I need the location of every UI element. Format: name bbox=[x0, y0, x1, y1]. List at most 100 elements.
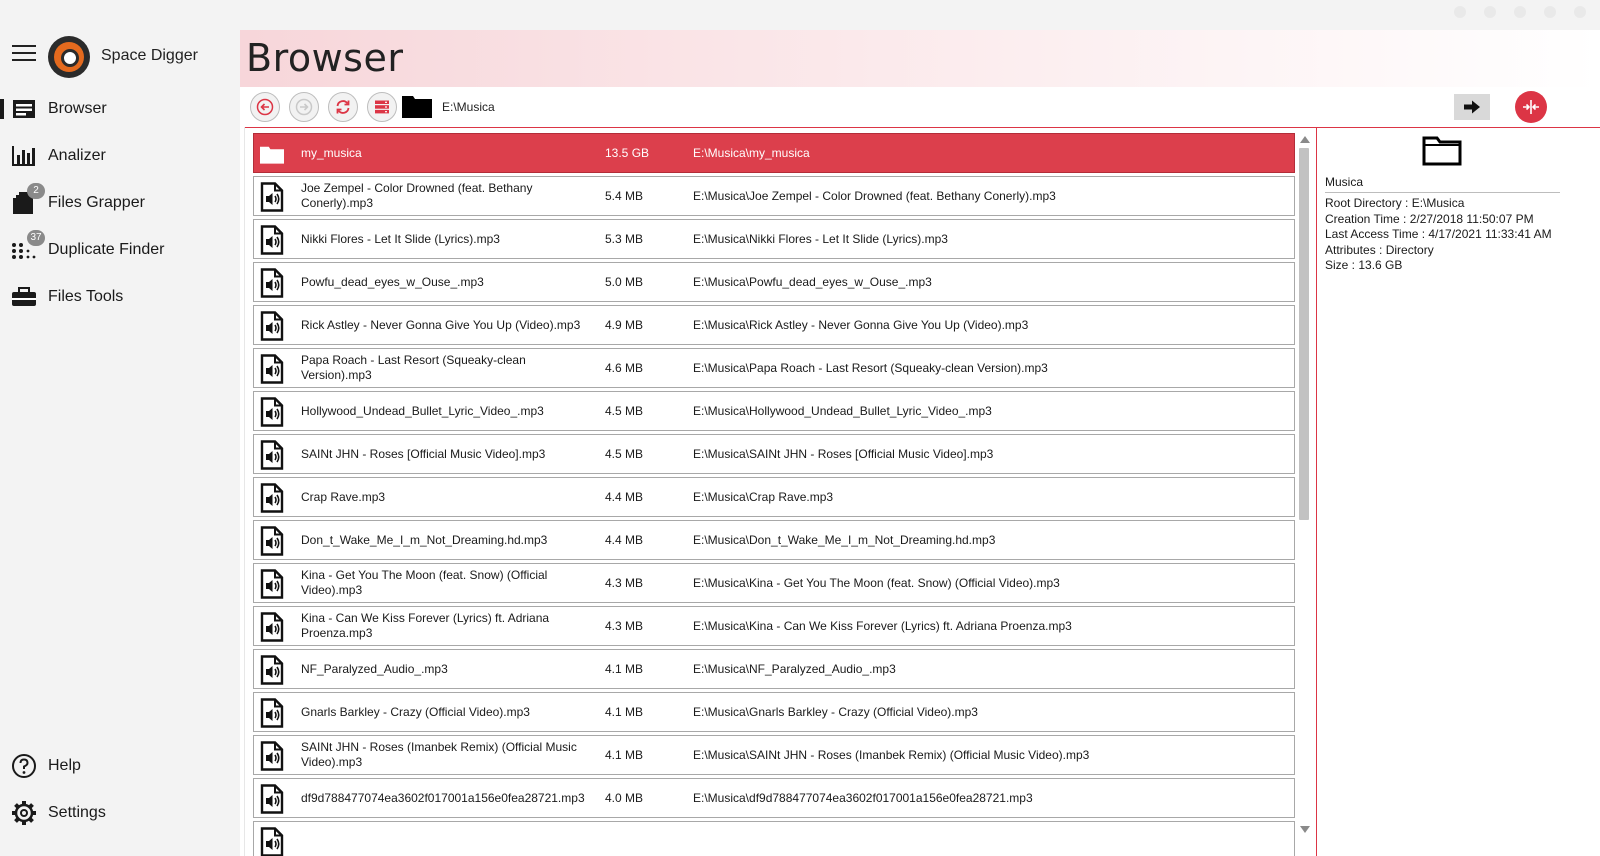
file-size: 4.5 MB bbox=[605, 447, 644, 461]
file-name: Nikki Flores - Let It Slide (Lyrics).mp3 bbox=[301, 231, 500, 246]
details-attributes: Attributes : Directory bbox=[1325, 242, 1434, 257]
file-row[interactable]: SAINt JHN - Roses [Official Music Video]… bbox=[253, 434, 1295, 474]
audio-file-icon bbox=[260, 397, 284, 427]
file-row[interactable]: Gnarls Barkley - Crazy (Official Video).… bbox=[253, 692, 1295, 732]
sidebar-item-browser[interactable]: Browser bbox=[0, 89, 240, 129]
minimize-icon[interactable] bbox=[1514, 6, 1526, 18]
drive-list-button[interactable] bbox=[367, 92, 397, 122]
file-row[interactable]: Kina - Can We Kiss Forever (Lyrics) ft. … bbox=[253, 606, 1295, 646]
file-row[interactable]: Joe Zempel - Color Drowned (feat. Bethan… bbox=[253, 176, 1295, 216]
file-row[interactable]: NF_Paralyzed_Audio_.mp3 4.1 MB E:\Musica\N… bbox=[253, 649, 1295, 689]
file-size: 5.0 MB bbox=[605, 275, 644, 289]
file-size: 4.1 MB bbox=[605, 662, 644, 676]
file-path: E:\Musica\NF_Paralyzed_Audio_.mp3 bbox=[693, 662, 896, 676]
audio-file-icon bbox=[260, 655, 284, 685]
window-title-bar bbox=[0, 0, 1600, 30]
folder-icon bbox=[260, 146, 284, 164]
sidebar-item-settings[interactable]: Settings bbox=[0, 793, 240, 833]
file-size: 4.4 MB bbox=[605, 533, 644, 547]
window-control-icon[interactable] bbox=[1454, 6, 1466, 18]
sidebar-item-label: Help bbox=[48, 757, 81, 774]
sidebar-item-help[interactable]: Help bbox=[0, 746, 240, 786]
file-row[interactable]: Rick Astley - Never Gonna Give You Up (V… bbox=[253, 305, 1295, 345]
sidebar-item-label: Files Tools bbox=[48, 288, 124, 305]
toolbar: E:\Musica bbox=[240, 88, 1600, 128]
file-path: E:\Musica\Don_t_Wake_Me_I_m_Not_Dreaming… bbox=[693, 533, 996, 547]
bar-chart-icon bbox=[12, 146, 35, 166]
file-row[interactable] bbox=[253, 821, 1295, 856]
audio-file-icon bbox=[260, 526, 284, 556]
audio-file-icon bbox=[260, 784, 284, 814]
file-name: NF_Paralyzed_Audio_.mp3 bbox=[301, 661, 448, 676]
file-row[interactable]: Crap Rave.mp3 4.4 MB E:\Musica\Crap Rave.m… bbox=[253, 477, 1295, 517]
file-row[interactable]: Hollywood_Undead_Bullet_Lyric_Video_.mp3… bbox=[253, 391, 1295, 431]
maximize-icon[interactable] bbox=[1544, 6, 1556, 18]
arrow-right-circle-icon bbox=[295, 98, 313, 116]
audio-file-icon bbox=[260, 311, 284, 341]
file-row[interactable]: Powfu_dead_eyes_w_Ouse_.mp3 5.0 MB E:\Musi… bbox=[253, 262, 1295, 302]
divider bbox=[1316, 127, 1317, 856]
current-path: E:\Musica bbox=[442, 100, 495, 114]
sidebar-item-files-tools[interactable]: Files Tools bbox=[0, 277, 240, 317]
file-size: 13.5 GB bbox=[605, 146, 650, 160]
scroll-up-icon[interactable] bbox=[1300, 136, 1310, 143]
split-view-button[interactable] bbox=[1515, 91, 1547, 123]
hamburger-menu-icon[interactable] bbox=[12, 45, 36, 63]
file-row[interactable]: SAINt JHN - Roses (Imanbek Remix) (Offic… bbox=[253, 735, 1295, 775]
scroll-down-icon[interactable] bbox=[1300, 826, 1310, 833]
file-path: E:\Musica\Joe Zempel - Color Drowned (fe… bbox=[693, 189, 1056, 203]
audio-file-icon bbox=[260, 182, 284, 212]
sidebar-item-label: Settings bbox=[48, 804, 106, 821]
file-path: E:\Musica\Rick Astley - Never Gonna Give… bbox=[693, 318, 1029, 332]
back-button[interactable] bbox=[250, 92, 280, 122]
file-name: df9d788477074ea3602f017001a156e0fea28721… bbox=[301, 790, 585, 805]
scroll-thumb[interactable] bbox=[1299, 148, 1309, 520]
file-path: E:\Musica\SAINt JHN - Roses (Imanbek Rem… bbox=[693, 748, 1090, 762]
file-path: E:\Musica\Powfu_dead_eyes_w_Ouse_.mp3 bbox=[693, 275, 932, 289]
file-path: E:\Musica\Papa Roach - Last Resort (Sque… bbox=[693, 361, 1048, 375]
file-row[interactable]: my_musica 13.5 GB E:\Musica\my_musica bbox=[253, 133, 1295, 173]
file-size: 4.3 MB bbox=[605, 576, 644, 590]
app-logo bbox=[48, 36, 90, 78]
window-controls bbox=[1454, 6, 1586, 18]
toolbox-icon bbox=[12, 287, 36, 306]
audio-file-icon bbox=[260, 440, 284, 470]
sidebar-item-analizer[interactable]: Analizer bbox=[0, 136, 240, 176]
details-root-directory: Root Directory : E:\Musica bbox=[1325, 196, 1465, 210]
file-size: 4.9 MB bbox=[605, 318, 644, 332]
notification-badge: 2 bbox=[27, 183, 45, 199]
sidebar-item-duplicate-finder[interactable]: 37 Duplicate Finder bbox=[0, 230, 240, 270]
details-last-access-time: Last Access Time : 4/17/2021 11:33:41 AM bbox=[1325, 227, 1552, 242]
file-row[interactable]: df9d788477074ea3602f017001a156e0fea28721… bbox=[253, 778, 1295, 818]
page-title: Browser bbox=[246, 36, 404, 80]
sidebar: Space Digger Browser Analizer 2 Files Gr… bbox=[0, 0, 240, 856]
close-icon[interactable] bbox=[1574, 6, 1586, 18]
audio-file-icon bbox=[260, 698, 284, 728]
sidebar-item-files-grapper[interactable]: 2 Files Grapper bbox=[0, 183, 240, 223]
file-size: 5.4 MB bbox=[605, 189, 644, 203]
file-list-scrollbar[interactable] bbox=[1297, 133, 1311, 836]
file-path: E:\Musica\Crap Rave.mp3 bbox=[693, 490, 834, 504]
audio-file-icon bbox=[260, 741, 284, 771]
file-row[interactable]: Don_t_Wake_Me_I_m_Not_Dreaming.hd.mp3 4.4… bbox=[253, 520, 1295, 560]
split-arrows-icon bbox=[1523, 100, 1539, 114]
notification-badge: 37 bbox=[27, 230, 45, 246]
arrow-left-circle-icon bbox=[256, 98, 274, 116]
divider bbox=[244, 127, 245, 856]
audio-file-icon bbox=[260, 569, 284, 599]
file-size: 4.1 MB bbox=[605, 705, 644, 719]
app-name: Space Digger bbox=[101, 47, 198, 64]
file-row[interactable]: Papa Roach - Last Resort (Squeaky-clean … bbox=[253, 348, 1295, 388]
file-size: 4.1 MB bbox=[605, 748, 644, 762]
forward-button[interactable] bbox=[289, 92, 319, 122]
audio-file-icon bbox=[260, 612, 284, 642]
refresh-button[interactable] bbox=[328, 92, 358, 122]
file-row[interactable]: Nikki Flores - Let It Slide (Lyrics).mp3… bbox=[253, 219, 1295, 259]
folder-outline-icon bbox=[1422, 136, 1462, 166]
refresh-icon bbox=[336, 100, 350, 114]
details-name: Musica bbox=[1325, 175, 1560, 193]
browser-icon bbox=[13, 100, 35, 118]
window-control-icon[interactable] bbox=[1484, 6, 1496, 18]
file-row[interactable]: Kina - Get You The Moon (feat. Snow) (Of… bbox=[253, 563, 1295, 603]
go-button[interactable] bbox=[1454, 94, 1490, 120]
